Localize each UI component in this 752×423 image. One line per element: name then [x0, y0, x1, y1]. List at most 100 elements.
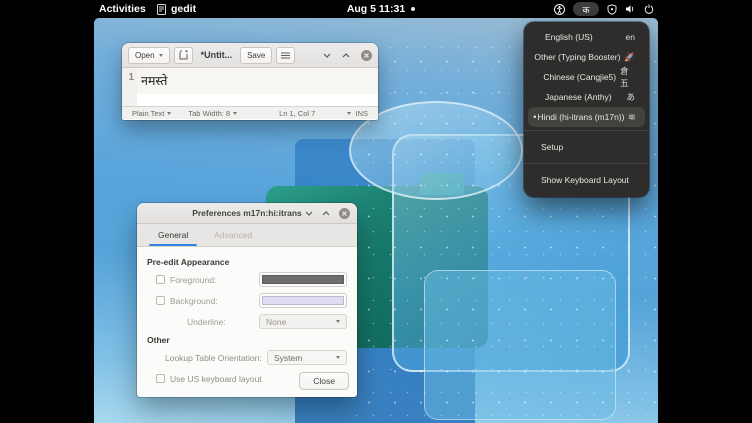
- menu-item-setup[interactable]: Setup: [524, 134, 649, 160]
- menu-item-symbol: 🚀: [620, 52, 635, 63]
- gedit-headerbar: Open *Untit... Save: [122, 43, 378, 68]
- close-button[interactable]: [361, 50, 372, 61]
- background-checkbox[interactable]: [156, 296, 165, 305]
- chevron-down-icon: [323, 53, 331, 58]
- tab-width-label: Tab Width: 8: [188, 109, 230, 118]
- save-button[interactable]: Save: [240, 47, 272, 64]
- document-empty-area[interactable]: [137, 94, 378, 106]
- wallpaper-shape: [424, 270, 616, 420]
- foreground-color-button[interactable]: [259, 272, 347, 287]
- gedit-text-area[interactable]: 1 नमस्ते: [122, 68, 378, 106]
- menu-item-label: Japanese (Anthy): [545, 92, 612, 102]
- menu-item-japanese[interactable]: Japanese (Anthy) あ: [528, 87, 645, 107]
- background-row: Background:: [156, 293, 347, 308]
- menu-item-label: Hindi (hi-itrans (m17n)): [538, 112, 625, 122]
- menu-item-typing-booster[interactable]: Other (Typing Booster) 🚀: [528, 47, 645, 67]
- chevron-up-icon: [322, 211, 330, 216]
- close-button[interactable]: [339, 208, 350, 219]
- dropdown-caret-icon: [233, 112, 237, 115]
- minimize-button[interactable]: [323, 53, 331, 58]
- chevron-down-icon: [159, 54, 163, 57]
- foreground-checkbox[interactable]: [156, 275, 165, 284]
- line-number-gutter: 1: [122, 68, 137, 106]
- close-icon: [364, 53, 369, 58]
- language-label: Plain Text: [132, 109, 164, 118]
- preedit-heading: Pre-edit Appearance: [147, 257, 347, 267]
- insert-mode-indicator[interactable]: INS: [355, 109, 368, 118]
- privacy-shield-icon[interactable]: [607, 4, 617, 15]
- menu-item-symbol: 倉五: [616, 65, 635, 89]
- new-document-button[interactable]: [174, 47, 193, 64]
- open-button[interactable]: Open: [128, 47, 170, 64]
- lookup-row: Lookup Table Orientation: System: [165, 350, 347, 365]
- menu-item-show-keyboard-layout[interactable]: Show Keyboard Layout: [524, 167, 649, 193]
- preferences-titlebar: Preferences m17n:hi:itrans: [137, 203, 357, 224]
- preferences-footer: Close: [137, 368, 357, 397]
- minimize-button[interactable]: [305, 211, 313, 216]
- foreground-color-swatch: [262, 275, 344, 284]
- lookup-orientation-dropdown[interactable]: System: [267, 350, 347, 365]
- goto-line-caret-icon[interactable]: [347, 112, 351, 115]
- menu-item-symbol: क: [624, 112, 635, 123]
- underline-value: None: [266, 317, 286, 327]
- lookup-label: Lookup Table Orientation:: [165, 353, 262, 363]
- underline-row: Underline: None: [187, 314, 347, 329]
- background-color-swatch: [262, 296, 344, 305]
- lookup-value: System: [274, 353, 302, 363]
- menu-item-chinese[interactable]: Chinese (Cangjie5) 倉五: [528, 67, 645, 87]
- chevron-up-icon: [342, 53, 350, 58]
- menu-separator: [524, 163, 649, 164]
- document-title: *Untit...: [201, 50, 233, 60]
- maximize-button[interactable]: [322, 211, 330, 216]
- gedit-window: Open *Untit... Save: [122, 43, 378, 120]
- dropdown-caret-icon: [336, 356, 340, 359]
- accessibility-icon[interactable]: [554, 4, 565, 15]
- underline-dropdown[interactable]: None: [259, 314, 347, 329]
- menu-item-label: Chinese (Cangjie5): [543, 72, 616, 82]
- menu-item-symbol: en: [622, 32, 635, 42]
- language-selector[interactable]: Plain Text: [132, 109, 171, 118]
- preferences-title: Preferences m17n:hi:itrans: [192, 208, 302, 218]
- close-dialog-button[interactable]: Close: [299, 372, 349, 390]
- gedit-statusbar: Plain Text Tab Width: 8 Ln 1, Col 7 INS: [122, 106, 378, 119]
- menu-item-symbol: あ: [622, 91, 635, 103]
- tab-general[interactable]: General: [145, 224, 201, 246]
- dropdown-caret-icon: [167, 112, 171, 115]
- document-text-line[interactable]: नमस्ते: [137, 68, 378, 94]
- preferences-tabstrip: General Advanced: [137, 224, 357, 247]
- foreground-label: Foreground:: [170, 275, 216, 285]
- background-label: Background:: [170, 296, 218, 306]
- foreground-row: Foreground:: [156, 272, 347, 287]
- tab-advanced[interactable]: Advanced: [201, 224, 265, 246]
- active-tab-underline: [149, 244, 197, 247]
- close-icon: [342, 211, 347, 216]
- top-bar: Activities gedit Aug 5 11:31 क: [0, 0, 752, 18]
- menu-item-label: English (US): [545, 32, 593, 42]
- power-icon[interactable]: [644, 4, 654, 14]
- preferences-content: Pre-edit Appearance Foreground: Backgrou…: [137, 247, 357, 386]
- input-method-menu: English (US) en Other (Typing Booster) 🚀…: [524, 22, 649, 197]
- dropdown-caret-icon: [336, 320, 340, 323]
- input-method-indicator[interactable]: क: [573, 2, 599, 16]
- menu-item-english[interactable]: English (US) en: [528, 27, 645, 47]
- chevron-down-icon: [305, 211, 313, 216]
- line-number: 1: [128, 72, 134, 83]
- screen: Activities gedit Aug 5 11:31 क: [0, 0, 752, 423]
- underline-label: Underline:: [187, 317, 226, 327]
- cursor-position: Ln 1, Col 7: [279, 109, 315, 118]
- tab-advanced-label: Advanced: [214, 230, 252, 240]
- tab-general-label: General: [158, 230, 188, 240]
- menu-item-hindi[interactable]: • Hindi (hi-itrans (m17n)) क: [528, 107, 645, 127]
- open-button-label: Open: [135, 51, 155, 60]
- menu-separator: [524, 130, 649, 131]
- other-heading: Other: [147, 335, 347, 345]
- background-color-button[interactable]: [259, 293, 347, 308]
- menu-item-label: Other (Typing Booster): [534, 52, 620, 62]
- volume-icon[interactable]: [625, 4, 636, 14]
- tab-width-selector[interactable]: Tab Width: 8: [188, 109, 237, 118]
- maximize-button[interactable]: [342, 53, 350, 58]
- notification-dot: [411, 7, 415, 11]
- save-button-label: Save: [247, 51, 265, 60]
- menu-button[interactable]: [276, 47, 295, 64]
- new-document-icon: [179, 50, 188, 60]
